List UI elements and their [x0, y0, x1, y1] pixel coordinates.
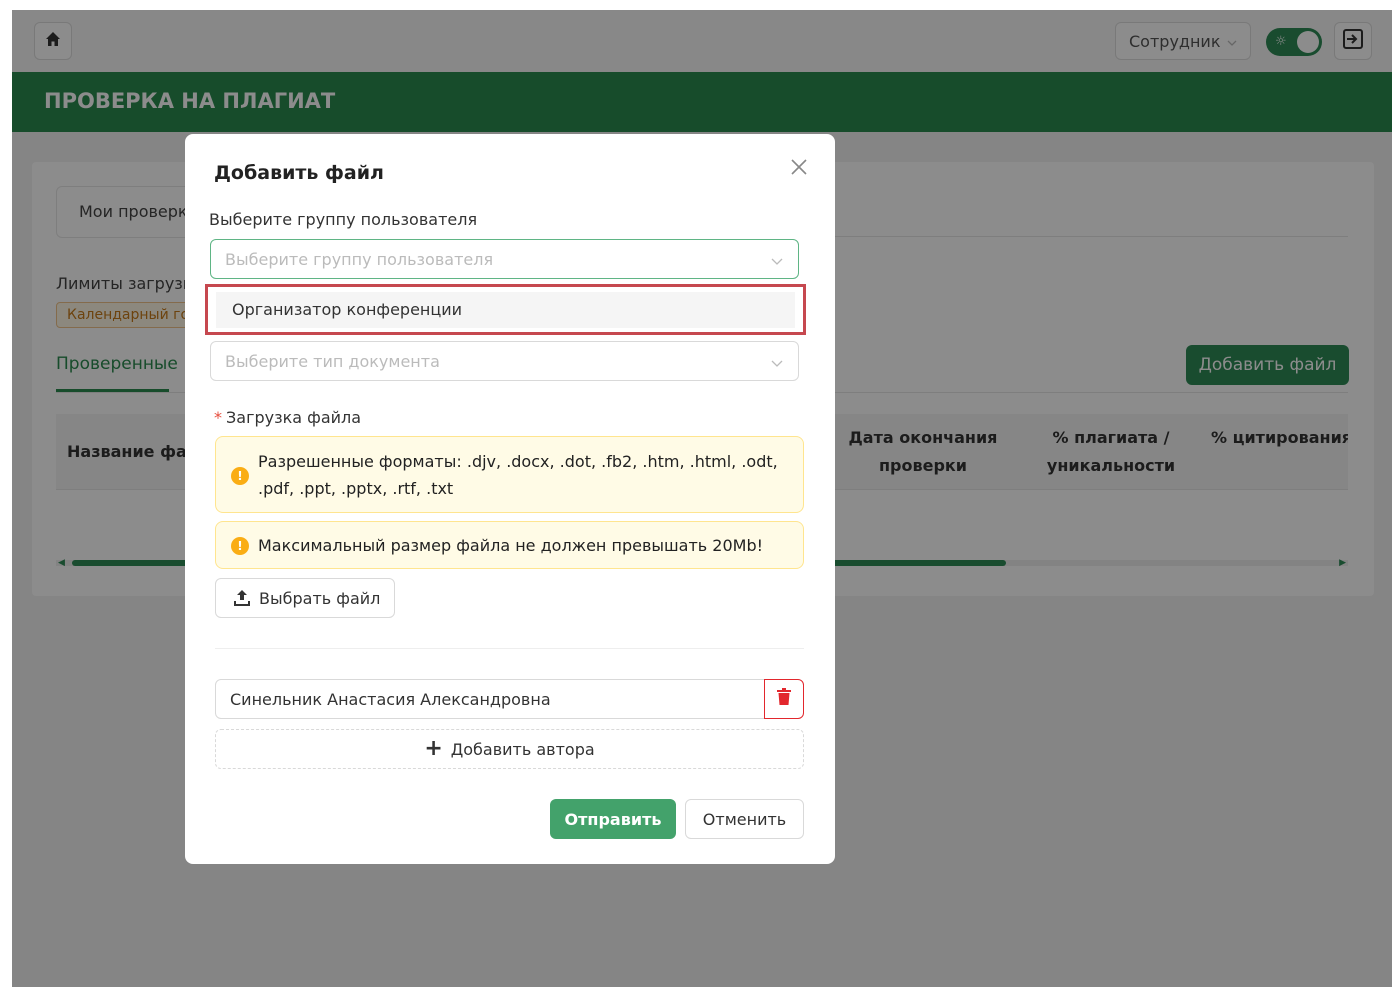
close-icon	[790, 158, 808, 180]
formats-alert: ! Разрешенные форматы: .djv, .docx, .dot…	[215, 436, 804, 513]
choose-file-label: Выбрать файл	[259, 588, 381, 608]
add-author-label: Добавить автора	[450, 739, 595, 759]
warning-icon: !	[231, 537, 249, 555]
user-group-select[interactable]: Выберите группу пользователя	[210, 239, 799, 279]
submit-button[interactable]: Отправить	[550, 799, 676, 839]
upload-icon	[233, 589, 251, 607]
author-name-input[interactable]: Синельник Анастасия Александровна	[215, 679, 765, 719]
cancel-button[interactable]: Отменить	[685, 799, 804, 839]
close-button[interactable]	[788, 158, 810, 180]
plus-icon: +	[424, 736, 443, 761]
user-group-label: Выберите группу пользователя	[209, 210, 478, 229]
file-upload-label: * Загрузка файла	[214, 408, 361, 427]
dropdown-option-conference-organizer[interactable]: Организатор конференции	[216, 292, 795, 328]
size-alert-text: Максимальный размер файла не должен прев…	[258, 536, 764, 555]
user-group-dropdown: Организатор конференции	[205, 284, 806, 335]
add-file-modal: Добавить файл Выберите группу пользовате…	[185, 134, 835, 864]
user-group-placeholder: Выберите группу пользователя	[225, 249, 494, 269]
document-type-placeholder: Выберите тип документа	[225, 351, 440, 371]
warning-icon: !	[231, 467, 249, 485]
document-type-select[interactable]: Выберите тип документа	[210, 341, 799, 381]
chevron-down-icon	[770, 355, 784, 374]
add-author-button[interactable]: + Добавить автора	[215, 729, 804, 769]
chevron-down-icon	[770, 253, 784, 272]
screenshot-frame-top	[0, 0, 1392, 10]
trash-icon	[777, 688, 791, 710]
author-name-value: Синельник Анастасия Александровна	[230, 689, 551, 709]
required-asterisk: *	[214, 408, 222, 427]
choose-file-button[interactable]: Выбрать файл	[215, 578, 395, 618]
formats-alert-text: Разрешенные форматы: .djv, .docx, .dot, …	[258, 452, 778, 498]
size-alert: ! Максимальный размер файла не должен пр…	[215, 521, 804, 569]
section-divider	[215, 648, 804, 649]
screenshot-frame-left	[0, 0, 12, 987]
delete-author-button[interactable]	[764, 679, 804, 719]
file-upload-label-text: Загрузка файла	[226, 408, 362, 427]
modal-title: Добавить файл	[214, 162, 384, 184]
